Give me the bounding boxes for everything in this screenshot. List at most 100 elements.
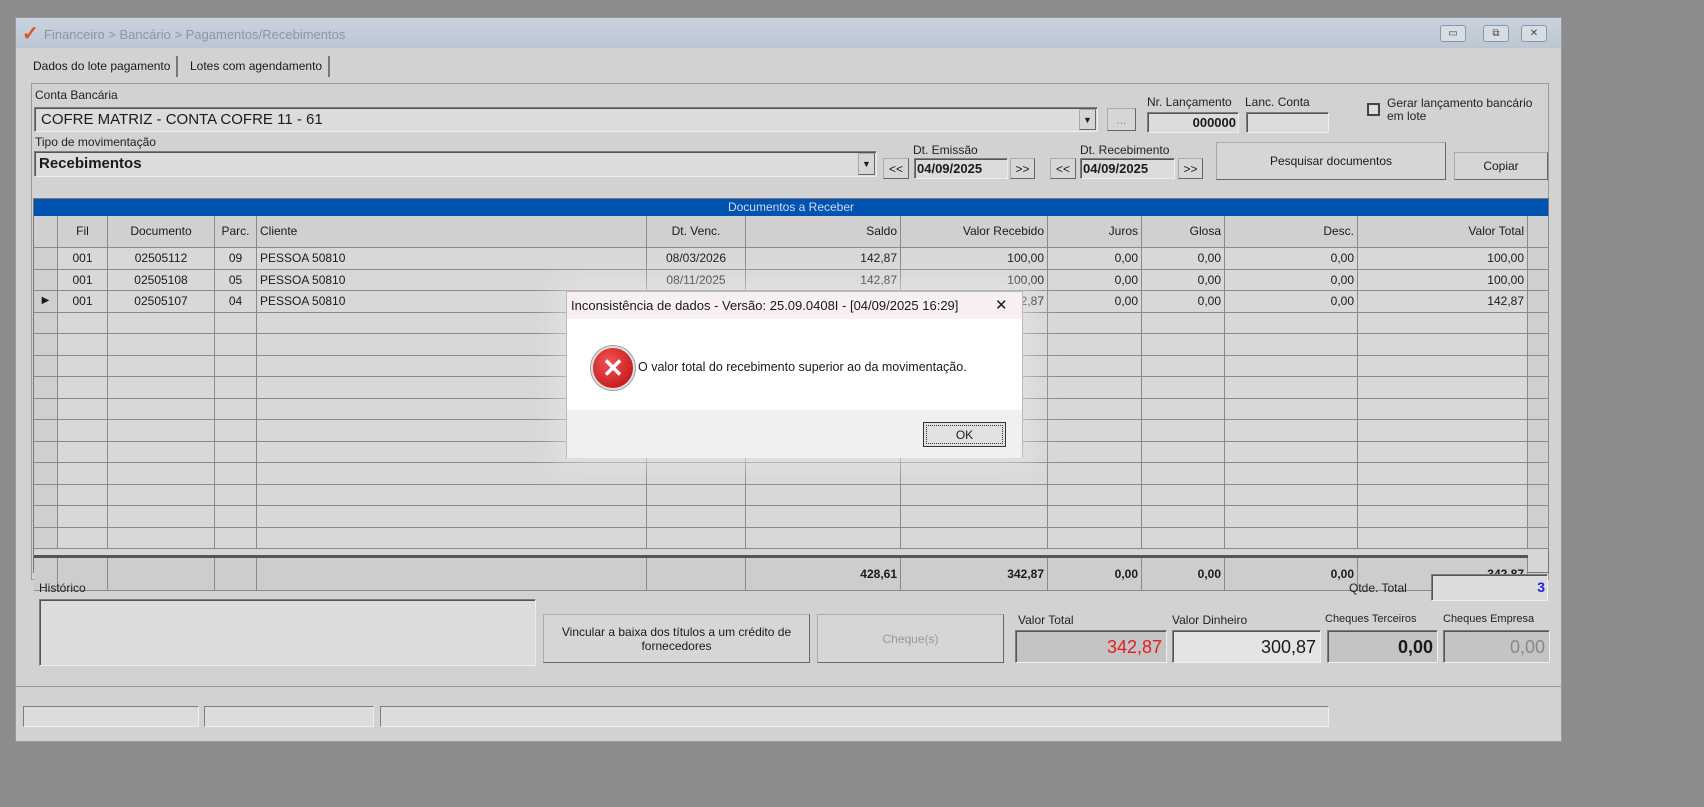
row-indicator[interactable] bbox=[34, 441, 58, 463]
table-cell-documento[interactable] bbox=[108, 463, 215, 485]
table-cell-glosa[interactable] bbox=[1142, 463, 1225, 485]
row-indicator[interactable] bbox=[34, 377, 58, 399]
table-cell-juros[interactable] bbox=[1048, 398, 1142, 420]
table-cell-parc[interactable] bbox=[215, 463, 257, 485]
table-cell-dt-venc[interactable]: 08/11/2025 bbox=[647, 269, 746, 291]
scrollbar[interactable] bbox=[1528, 398, 1549, 420]
table-cell-saldo[interactable]: 142,87 bbox=[746, 269, 901, 291]
row-indicator[interactable] bbox=[34, 463, 58, 485]
table-cell-valor-recebido[interactable]: 100,00 bbox=[901, 248, 1048, 270]
table-cell-saldo[interactable] bbox=[746, 506, 901, 528]
table-cell-parc[interactable] bbox=[215, 398, 257, 420]
table-cell-desc[interactable] bbox=[1225, 506, 1358, 528]
table-cell-juros[interactable]: 0,00 bbox=[1048, 269, 1142, 291]
ok-button[interactable]: OK bbox=[923, 422, 1006, 447]
table-cell-desc[interactable] bbox=[1225, 334, 1358, 356]
table-cell-documento[interactable] bbox=[108, 377, 215, 399]
tipo-movimentacao-select[interactable]: Recebimentos ▼ bbox=[34, 151, 877, 177]
table-cell-documento[interactable] bbox=[108, 441, 215, 463]
table-cell-parc[interactable]: 05 bbox=[215, 269, 257, 291]
table-cell-valor-total[interactable] bbox=[1358, 334, 1528, 356]
table-cell-saldo[interactable] bbox=[746, 463, 901, 485]
cheques-button[interactable]: Cheque(s) bbox=[817, 614, 1004, 663]
row-indicator[interactable] bbox=[34, 484, 58, 506]
table-cell-cliente[interactable]: PESSOA 50810 bbox=[257, 269, 647, 291]
table-cell-documento[interactable]: 02505112 bbox=[108, 248, 215, 270]
column-header-documento[interactable]: Documento bbox=[108, 216, 215, 248]
table-cell-valor-recebido[interactable] bbox=[901, 463, 1048, 485]
table-cell-fil[interactable]: 001 bbox=[58, 269, 108, 291]
table-cell-juros[interactable] bbox=[1048, 334, 1142, 356]
table-cell-glosa[interactable] bbox=[1142, 441, 1225, 463]
table-cell-fil[interactable] bbox=[58, 334, 108, 356]
table-cell-saldo[interactable]: 142,87 bbox=[746, 248, 901, 270]
table-cell-parc[interactable] bbox=[215, 420, 257, 442]
valor-dinheiro-field[interactable]: 300,87 bbox=[1172, 630, 1321, 663]
table-cell-desc[interactable] bbox=[1225, 398, 1358, 420]
table-cell-juros[interactable] bbox=[1048, 441, 1142, 463]
table-cell-juros[interactable] bbox=[1048, 484, 1142, 506]
column-header-parc[interactable]: Parc. bbox=[215, 216, 257, 248]
table-cell-glosa[interactable] bbox=[1142, 420, 1225, 442]
table-cell-parc[interactable] bbox=[215, 355, 257, 377]
table-cell-glosa[interactable] bbox=[1142, 355, 1225, 377]
table-cell-desc[interactable]: 0,00 bbox=[1225, 248, 1358, 270]
table-cell-dt-venc[interactable] bbox=[647, 506, 746, 528]
table-cell-fil[interactable] bbox=[58, 377, 108, 399]
column-header-valor-total[interactable]: Valor Total bbox=[1358, 216, 1528, 248]
table-cell-fil[interactable]: 001 bbox=[58, 291, 108, 313]
table-cell-parc[interactable] bbox=[215, 527, 257, 549]
scrollbar[interactable] bbox=[1528, 291, 1549, 313]
table-cell-desc[interactable]: 0,00 bbox=[1225, 269, 1358, 291]
table-cell-desc[interactable]: 0,00 bbox=[1225, 291, 1358, 313]
table-cell-juros[interactable]: 0,00 bbox=[1048, 248, 1142, 270]
table-cell-juros[interactable] bbox=[1048, 377, 1142, 399]
table-cell-fil[interactable] bbox=[58, 484, 108, 506]
table-cell-glosa[interactable] bbox=[1142, 506, 1225, 528]
table-cell-saldo[interactable] bbox=[746, 484, 901, 506]
row-indicator[interactable] bbox=[34, 527, 58, 549]
maximize-button[interactable]: ⧉ bbox=[1483, 25, 1509, 42]
table-cell-juros[interactable]: 0,00 bbox=[1048, 291, 1142, 313]
table-cell-documento[interactable] bbox=[108, 355, 215, 377]
table-cell-glosa[interactable]: 0,00 bbox=[1142, 248, 1225, 270]
table-cell-dt-venc[interactable]: 08/03/2026 bbox=[647, 248, 746, 270]
scrollbar[interactable] bbox=[1528, 312, 1549, 334]
table-cell-fil[interactable] bbox=[58, 312, 108, 334]
table-cell-documento[interactable] bbox=[108, 420, 215, 442]
vincular-credito-button[interactable]: Vincular a baixa dos títulos a um crédit… bbox=[543, 614, 810, 663]
column-header-cliente[interactable]: Cliente bbox=[257, 216, 647, 248]
copiar-button[interactable]: Copiar bbox=[1454, 152, 1548, 180]
dt-recebimento-field[interactable]: 04/09/2025 bbox=[1080, 158, 1175, 179]
scrollbar[interactable] bbox=[1528, 420, 1549, 442]
row-indicator[interactable] bbox=[34, 506, 58, 528]
table-cell-valor-total[interactable] bbox=[1358, 420, 1528, 442]
nr-lancamento-field[interactable]: 000000 bbox=[1147, 112, 1239, 133]
table-cell-documento[interactable] bbox=[108, 484, 215, 506]
table-cell-documento[interactable] bbox=[108, 506, 215, 528]
table-cell-glosa[interactable] bbox=[1142, 312, 1225, 334]
row-indicator[interactable] bbox=[34, 420, 58, 442]
table-cell-fil[interactable] bbox=[58, 441, 108, 463]
table-cell-valor-recebido[interactable]: 100,00 bbox=[901, 269, 1048, 291]
conta-bancaria-select[interactable]: COFRE MATRIZ - CONTA COFRE 11 - 61 ▼ bbox=[34, 107, 1098, 132]
table-cell-valor-total[interactable] bbox=[1358, 355, 1528, 377]
table-cell-documento[interactable] bbox=[108, 334, 215, 356]
table-cell-documento[interactable]: 02505108 bbox=[108, 269, 215, 291]
table-cell-valor-total[interactable] bbox=[1358, 463, 1528, 485]
table-cell-desc[interactable] bbox=[1225, 377, 1358, 399]
table-cell-valor-total[interactable]: 100,00 bbox=[1358, 269, 1528, 291]
table-cell-cliente[interactable] bbox=[257, 484, 647, 506]
table-cell-cliente[interactable] bbox=[257, 463, 647, 485]
scrollbar[interactable] bbox=[1528, 441, 1549, 463]
table-cell-juros[interactable] bbox=[1048, 420, 1142, 442]
table-cell-fil[interactable] bbox=[58, 463, 108, 485]
table-cell-desc[interactable] bbox=[1225, 484, 1358, 506]
table-cell-parc[interactable]: 09 bbox=[215, 248, 257, 270]
table-cell-desc[interactable] bbox=[1225, 355, 1358, 377]
table-cell-valor-total[interactable] bbox=[1358, 398, 1528, 420]
table-cell-dt-venc[interactable] bbox=[647, 484, 746, 506]
table-cell-fil[interactable] bbox=[58, 420, 108, 442]
table-cell-valor-total[interactable] bbox=[1358, 484, 1528, 506]
column-header-desc[interactable]: Desc. bbox=[1225, 216, 1358, 248]
